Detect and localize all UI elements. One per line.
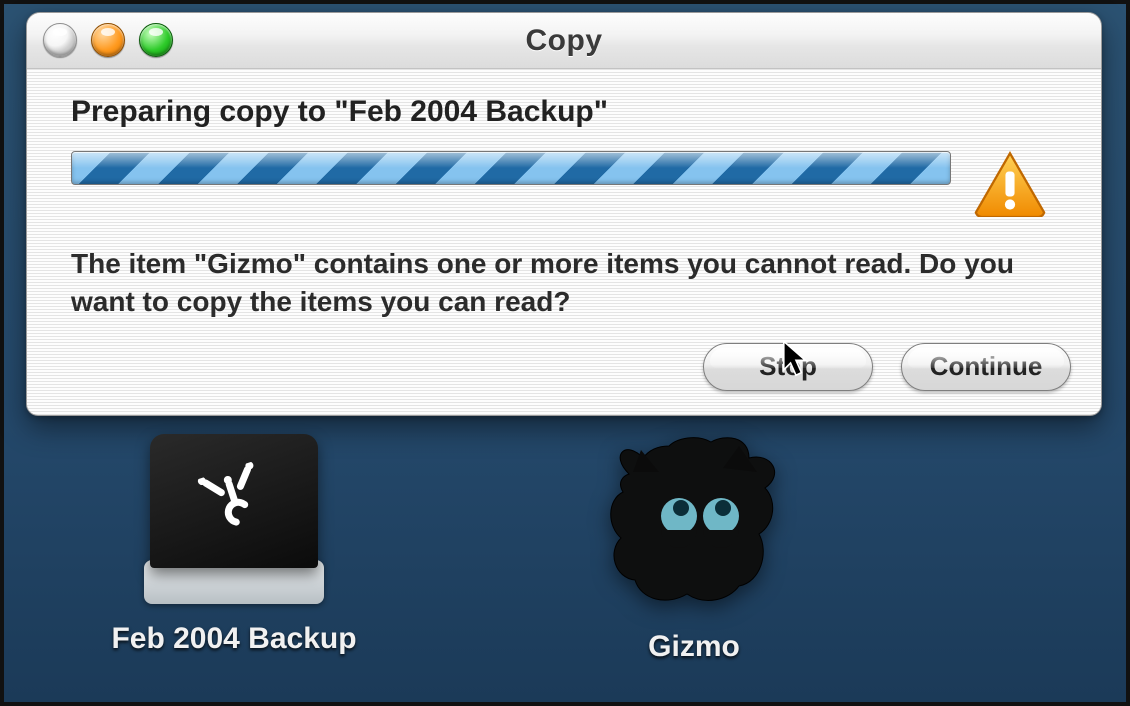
heading-prefix: Preparing copy to: [71, 95, 334, 128]
desktop-icon-label: Gizmo: [564, 630, 824, 664]
dialog-buttons: Stop Continue: [71, 343, 1071, 391]
desktop-background: Copy Preparing copy to "Feb 2004 Backup": [0, 0, 1130, 706]
desktop-icon-gizmo[interactable]: Gizmo: [564, 434, 824, 664]
firewire-drive-icon: [144, 434, 324, 604]
zoom-button[interactable]: [139, 23, 173, 57]
continue-button[interactable]: Continue: [901, 343, 1071, 391]
desktop-icon-drive[interactable]: Feb 2004 Backup: [104, 434, 364, 656]
dialog-message: The item "Gizmo" contains one or more it…: [71, 245, 1051, 321]
titlebar[interactable]: Copy: [27, 13, 1101, 69]
window-title: Copy: [526, 24, 603, 58]
desktop-icon-label: Feb 2004 Backup: [104, 622, 364, 656]
heading-destination: "Feb 2004 Backup": [334, 95, 608, 128]
dialog-heading: Preparing copy to "Feb 2004 Backup": [71, 95, 1071, 129]
traffic-lights: [43, 23, 173, 57]
indeterminate-progress-bar: [71, 151, 951, 185]
close-button[interactable]: [43, 23, 77, 57]
stop-button[interactable]: Stop: [703, 343, 873, 391]
cat-folder-icon: [599, 434, 789, 604]
dialog-body: Preparing copy to "Feb 2004 Backup": [27, 69, 1101, 415]
warning-triangle-icon: [973, 151, 1047, 217]
copy-dialog-window: Copy Preparing copy to "Feb 2004 Backup": [26, 12, 1102, 416]
minimize-button[interactable]: [91, 23, 125, 57]
